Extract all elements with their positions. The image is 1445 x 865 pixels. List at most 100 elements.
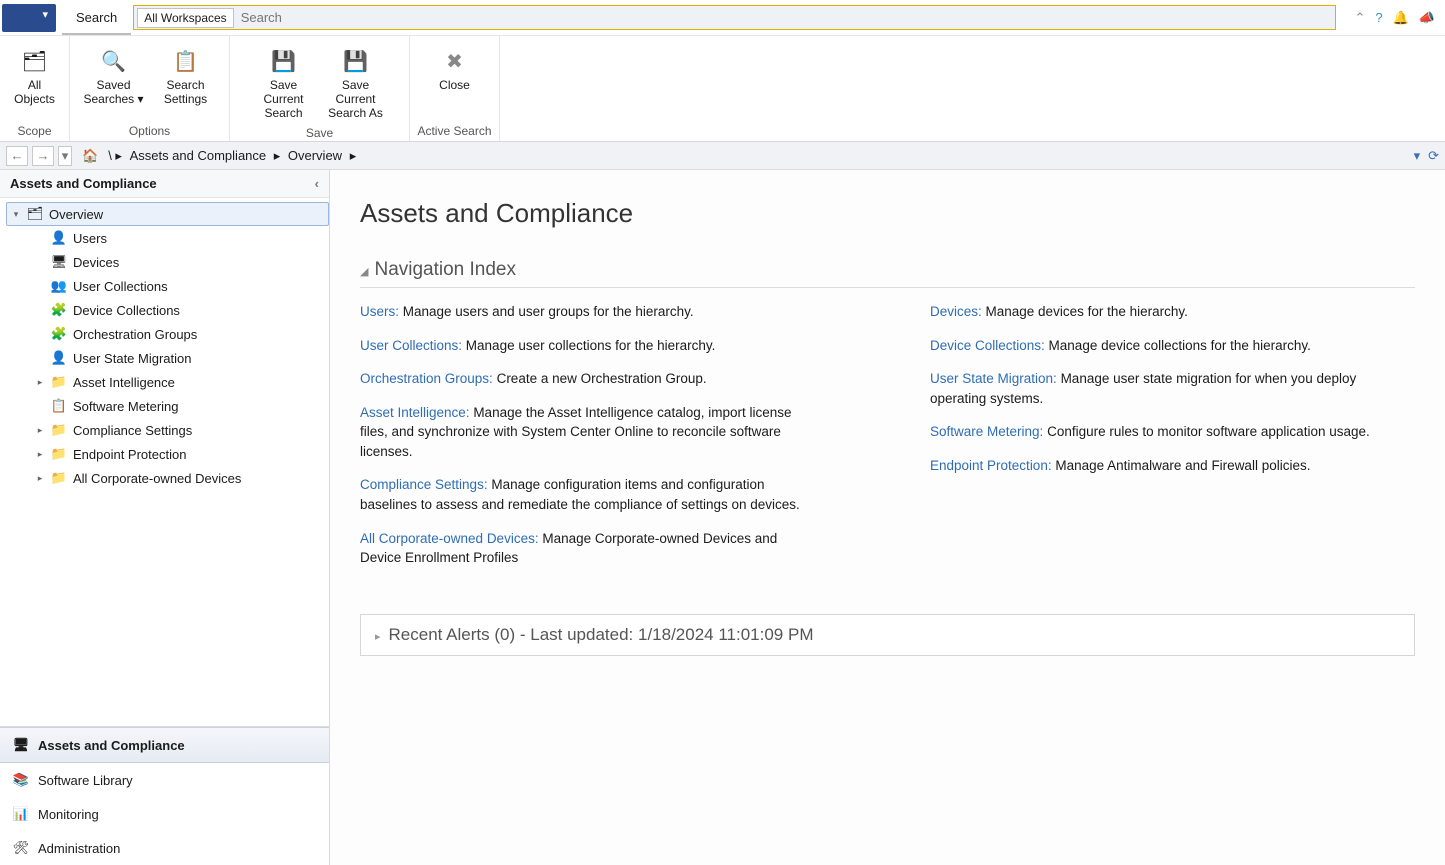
- tree-item-devices[interactable]: 🖥Devices: [30, 250, 329, 274]
- workspace-software-library[interactable]: 📚Software Library: [0, 763, 329, 797]
- nav-index-link[interactable]: Endpoint Protection:: [930, 458, 1052, 473]
- expander-icon[interactable]: ▸: [35, 425, 45, 436]
- workspace-switcher: 🖥Assets and Compliance📚Software Library📊…: [0, 726, 329, 865]
- tree-item-asset-intelligence[interactable]: ▸📁Asset Intelligence: [30, 370, 329, 394]
- nav-history-button[interactable]: ▾: [58, 146, 72, 166]
- breadcrumb-root[interactable]: Assets and Compliance: [126, 148, 271, 163]
- title-bar: Search All Workspaces ⌃ ? 🔔 📣: [0, 0, 1445, 36]
- expander-icon[interactable]: ▸: [35, 377, 45, 388]
- tree-item-device-collections[interactable]: 🧩Device Collections: [30, 298, 329, 322]
- nav-back-button[interactable]: ←: [6, 146, 28, 166]
- tree-node-label: Software Metering: [73, 399, 179, 414]
- refresh-icon[interactable]: ⟳: [1428, 148, 1439, 164]
- breadcrumb-leaf[interactable]: Overview: [284, 148, 346, 163]
- alerts-twisty-icon[interactable]: ▸: [375, 631, 381, 643]
- ribbon-group-active-label: Active Search: [410, 122, 499, 141]
- nav-index-entry: Users: Manage users and user groups for …: [360, 302, 820, 322]
- dropdown-icon[interactable]: ▾: [1414, 148, 1421, 164]
- workspace-icon: 📚: [12, 771, 30, 789]
- nav-index-entry: User Collections: Manage user collection…: [360, 336, 820, 356]
- tree-node-label: Endpoint Protection: [73, 447, 186, 462]
- expander-icon[interactable]: ▸: [35, 473, 45, 484]
- global-search[interactable]: All Workspaces: [133, 5, 1336, 30]
- workspace-icon: 🛠: [12, 839, 30, 857]
- content-area: Assets and Compliance ◢Navigation Index …: [330, 170, 1445, 865]
- help-icon[interactable]: ?: [1375, 10, 1382, 25]
- feedback-icon[interactable]: 📣: [1419, 10, 1435, 26]
- nav-index-link[interactable]: Orchestration Groups:: [360, 371, 493, 386]
- tree-node-icon: 👤: [51, 350, 67, 366]
- nav-index-link[interactable]: All Corporate-owned Devices:: [360, 531, 539, 546]
- nav-index-entry: Software Metering: Configure rules to mo…: [930, 422, 1390, 442]
- nav-index-link[interactable]: User State Migration:: [930, 371, 1057, 386]
- nav-index-desc: Manage users and user groups for the hie…: [399, 304, 694, 319]
- nav-index-link[interactable]: Devices:: [930, 304, 982, 319]
- bell-icon[interactable]: 🔔: [1393, 10, 1409, 26]
- close-icon: ✖: [440, 46, 470, 76]
- tree-item-software-metering[interactable]: 📋 Software Metering: [30, 394, 329, 418]
- expander-icon[interactable]: ▸: [35, 449, 45, 460]
- tree-item-endpoint-protection[interactable]: ▸📁Endpoint Protection: [30, 442, 329, 466]
- expander-icon[interactable]: ▾: [11, 209, 21, 220]
- save-as-icon: 💾: [341, 46, 371, 76]
- workspace-icon: 📊: [12, 805, 30, 823]
- tree-node-icon: 📋: [51, 398, 67, 414]
- nav-index-desc: Manage user collections for the hierarch…: [462, 338, 715, 353]
- workspace-label: Administration: [38, 841, 120, 856]
- nav-index-link[interactable]: Device Collections:: [930, 338, 1045, 353]
- nav-index-entry: Devices: Manage devices for the hierarch…: [930, 302, 1390, 322]
- nav-index-link[interactable]: Users:: [360, 304, 399, 319]
- nav-index-link[interactable]: Asset Intelligence:: [360, 405, 470, 420]
- navigation-index-header[interactable]: ◢Navigation Index: [360, 259, 1415, 288]
- nav-index-link[interactable]: Software Metering:: [930, 424, 1043, 439]
- nav-index-entry: Compliance Settings: Manage configuratio…: [360, 475, 820, 514]
- nav-index-entry: Asset Intelligence: Manage the Asset Int…: [360, 403, 820, 462]
- saved-searches-icon: 🔍: [99, 46, 129, 76]
- recent-alerts-panel[interactable]: ▸Recent Alerts (0) - Last updated: 1/18/…: [360, 614, 1415, 656]
- tree-node-icon: 📁: [51, 374, 67, 390]
- app-menu-button[interactable]: [2, 4, 56, 32]
- save-current-search-button[interactable]: 💾 Save Current Search: [248, 42, 320, 124]
- nav-index-link[interactable]: Compliance Settings:: [360, 477, 488, 492]
- workspace-monitoring[interactable]: 📊 Monitoring: [0, 797, 329, 831]
- tree-item-overview[interactable]: ▾🗂Overview: [6, 202, 329, 226]
- workspace-assets-and-compliance[interactable]: 🖥Assets and Compliance: [0, 727, 329, 763]
- tree-node-icon: 📁: [51, 422, 67, 438]
- section-twisty-icon[interactable]: ◢: [360, 266, 368, 278]
- tree-node-label: Overview: [49, 207, 103, 222]
- page-title: Assets and Compliance: [360, 198, 1415, 229]
- collapse-nav-icon[interactable]: ‹: [315, 176, 319, 191]
- save-icon: 💾: [269, 46, 299, 76]
- ribbon-tab-search[interactable]: Search: [62, 0, 131, 35]
- save-current-search-as-button[interactable]: 💾 Save Current Search As: [320, 42, 392, 124]
- tree-item-user-state-migration[interactable]: 👤User State Migration: [30, 346, 329, 370]
- search-settings-icon: 📋: [171, 46, 201, 76]
- search-settings-button[interactable]: 📋 Search Settings: [150, 42, 222, 110]
- saved-searches-button[interactable]: 🔍 Saved Searches ▾: [78, 42, 150, 110]
- search-scope-chip[interactable]: All Workspaces: [137, 8, 233, 28]
- nav-index-link[interactable]: User Collections:: [360, 338, 462, 353]
- search-input[interactable]: [237, 6, 1336, 29]
- tree-item-all-corporate-owned-devices[interactable]: ▸📁All Corporate-owned Devices: [30, 466, 329, 490]
- tree-node-label: Orchestration Groups: [73, 327, 197, 342]
- tree-node-icon: 👥: [51, 278, 67, 294]
- chevron-up-icon[interactable]: ⌃: [1354, 10, 1365, 26]
- ribbon-group-save-label: Save: [230, 124, 409, 143]
- nav-tree: ▾🗂Overview👤Users🖥Devices👥User Collection…: [0, 198, 329, 726]
- all-objects-button[interactable]: 🗂 All Objects: [0, 42, 69, 110]
- tree-node-label: Devices: [73, 255, 119, 270]
- close-search-button[interactable]: ✖ Close: [419, 42, 491, 96]
- tree-item-users[interactable]: 👤Users: [30, 226, 329, 250]
- home-icon[interactable]: 🏠: [82, 148, 98, 164]
- workspace-label: Monitoring: [38, 807, 99, 822]
- nav-forward-button[interactable]: →: [32, 146, 54, 166]
- tree-node-icon: 🧩: [51, 302, 67, 318]
- nav-index-entry: Endpoint Protection: Manage Antimalware …: [930, 456, 1390, 476]
- tree-item-orchestration-groups[interactable]: 🧩Orchestration Groups: [30, 322, 329, 346]
- nav-index-entry: User State Migration: Manage user state …: [930, 369, 1390, 408]
- tree-node-label: Compliance Settings: [73, 423, 192, 438]
- nav-index-desc: Manage devices for the hierarchy.: [982, 304, 1188, 319]
- workspace-administration[interactable]: 🛠 Administration: [0, 831, 329, 865]
- tree-item-compliance-settings[interactable]: ▸ 📁 Compliance Settings: [30, 418, 329, 442]
- tree-item-user-collections[interactable]: 👥User Collections: [30, 274, 329, 298]
